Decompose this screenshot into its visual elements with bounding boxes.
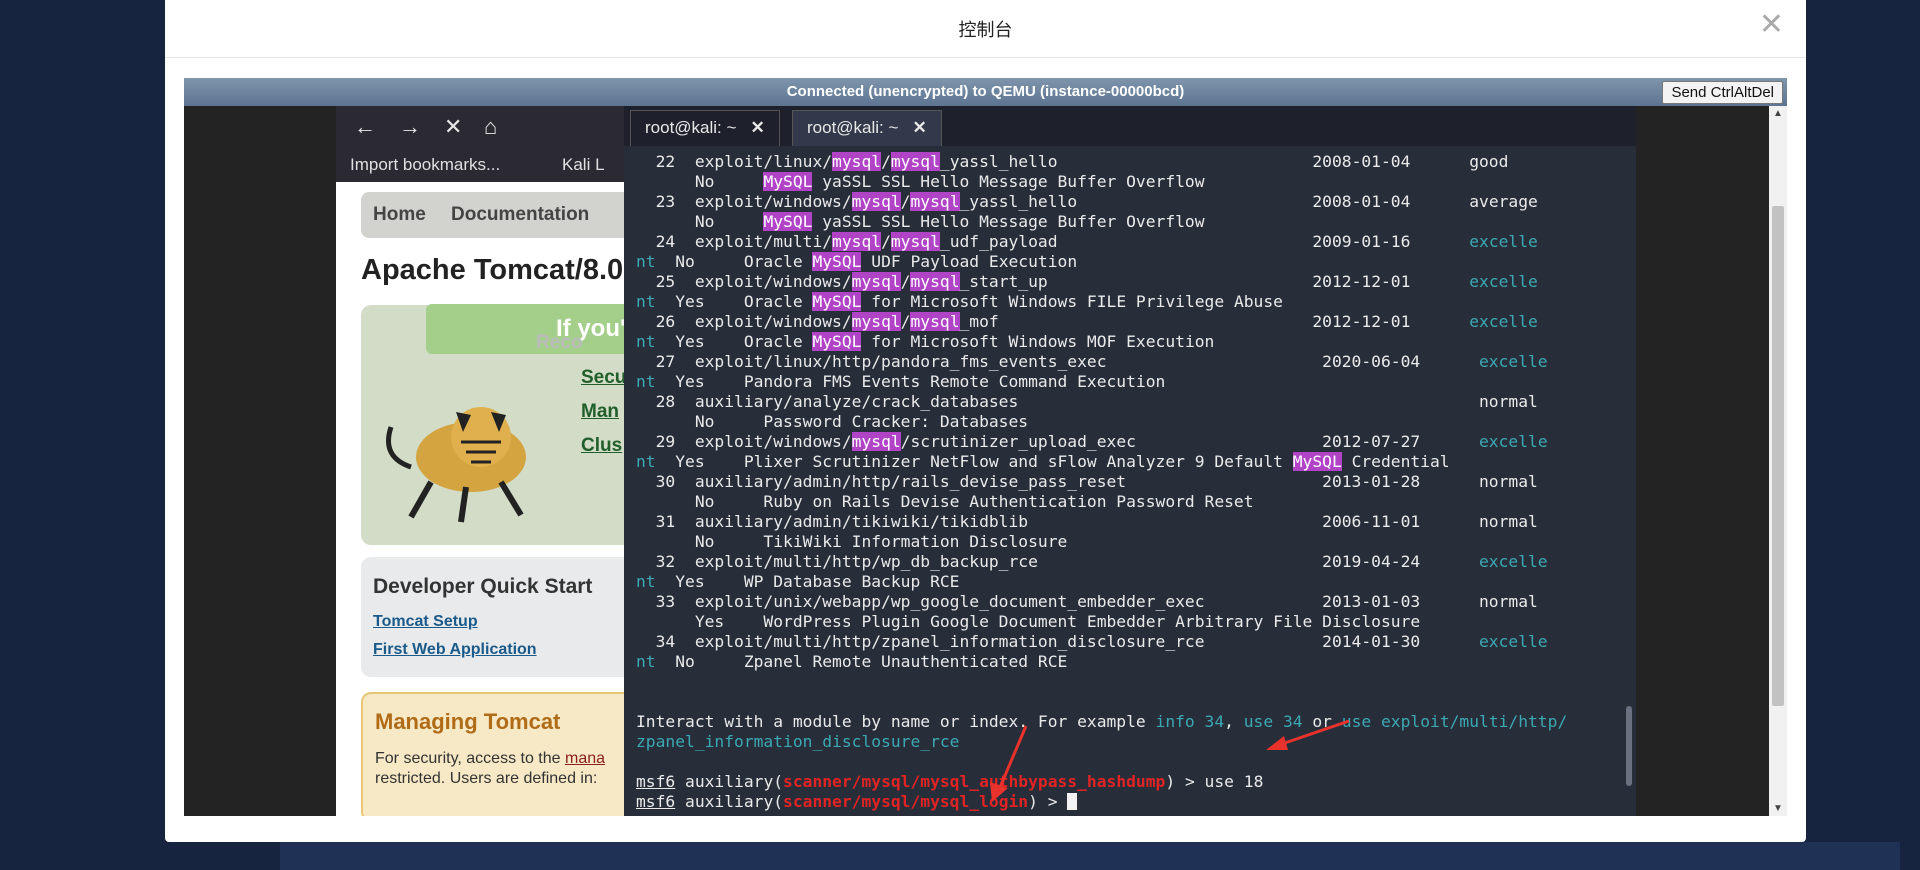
interact-hint-cont: zpanel_information_disclosure_rce [636, 732, 960, 751]
tomcat-link-manager[interactable]: Man [581, 401, 619, 423]
result-row-32: 32 exploit/multi/http/wp_db_backup_rce 2… [636, 552, 1548, 571]
home-icon[interactable]: ⌂ [484, 114, 497, 140]
manage-text-1: For security, access to the [375, 750, 561, 767]
bookmark-import[interactable]: Import bookmarks... [350, 155, 500, 175]
console-modal: 控制台 ✕ Connected (unencrypted) to QEMU (i… [165, 0, 1806, 842]
result-desc-30: No Ruby on Rails Devise Authentication P… [636, 492, 1254, 511]
result-row-26: 26 exploit/windows/mysql/mysql_mof 2012-… [636, 312, 1538, 331]
annotation-arrow-1 [1266, 719, 1350, 750]
vnc-scrollbar[interactable]: ▲ ▼ [1769, 106, 1787, 816]
bookmark-kali[interactable]: Kali L [562, 155, 605, 175]
annotation-arrow-2 [990, 725, 1028, 802]
terminal-tab-2-label: root@kali: ~ [807, 118, 899, 137]
prompt-line-1: msf6 auxiliary(scanner/mysql/mysql_authb… [636, 772, 1264, 791]
tomcat-menu-docs[interactable]: Documentation [451, 204, 589, 226]
tomcat-dev-box: Developer Quick Start Tomcat Setup First… [361, 557, 661, 677]
result-row-31: 31 auxiliary/admin/tikiwiki/tikidblib 20… [636, 512, 1538, 531]
terminal-cursor [1067, 793, 1078, 810]
scroll-down-icon[interactable]: ▼ [1773, 803, 1783, 814]
back-icon[interactable]: ← [354, 114, 376, 140]
result-row-27: 27 exploit/linux/http/pandora_fms_events… [636, 352, 1548, 371]
result-row-34: 34 exploit/multi/http/zpanel_information… [636, 632, 1548, 651]
interact-hint: Interact with a module by name or index.… [636, 712, 1568, 731]
prompt-line-2[interactable]: msf6 auxiliary(scanner/mysql/mysql_login… [636, 792, 1626, 812]
terminal-tab-2[interactable]: root@kali: ~ ✕ [792, 110, 942, 146]
result-row-30: 30 auxiliary/admin/http/rails_devise_pas… [636, 472, 1538, 491]
modal-title: 控制台 [958, 20, 1013, 40]
result-row-23: 23 exploit/windows/mysql/mysql_yassl_hel… [636, 192, 1538, 211]
result-row-29: 29 exploit/windows/mysql/scrutinizer_upl… [636, 432, 1548, 451]
terminal-output: 22 exploit/linux/mysql/mysql_yassl_hello… [636, 152, 1626, 812]
result-desc-28: No Password Cracker: Databases [636, 412, 1029, 431]
result-row-28: 28 auxiliary/analyze/crack_databases nor… [636, 392, 1538, 411]
tomcat-manage-text: For security, access to the mana restric… [375, 749, 605, 789]
manage-link[interactable]: mana [565, 750, 605, 767]
result-desc-29: nt Yes Plixer Scrutinizer NetFlow and sF… [636, 452, 1450, 471]
close-icon[interactable]: ✕ [750, 118, 764, 137]
tomcat-menu-home[interactable]: Home [373, 204, 426, 226]
result-desc-31: No TikiWiki Information Disclosure [636, 532, 1068, 551]
close-icon[interactable]: ✕ [912, 118, 926, 137]
result-desc-23: No MySQL yaSSL SSL Hello Message Buffer … [636, 212, 1205, 231]
result-desc-33: Yes WordPress Plugin Google Document Emb… [636, 612, 1421, 631]
terminal-tab-1-label: root@kali: ~ [645, 118, 737, 137]
result-desc-26: nt Yes Oracle MySQL for Microsoft Window… [636, 332, 1215, 351]
result-desc-32: nt Yes WP Database Backup RCE [636, 572, 960, 591]
forward-icon[interactable]: → [399, 114, 421, 140]
terminal-tab-1[interactable]: root@kali: ~ ✕ [630, 110, 780, 146]
terminal-window[interactable]: root@kali: ~ ✕ root@kali: ~ ✕ 22 exploit/l… [624, 106, 1636, 816]
scroll-thumb[interactable] [1772, 206, 1784, 706]
tomcat-setup-link[interactable]: Tomcat Setup [373, 613, 478, 631]
tomcat-manage-title: Managing Tomcat [375, 709, 561, 734]
terminal-scrollbar[interactable] [1626, 706, 1632, 786]
stop-icon[interactable]: ✕ [444, 114, 462, 140]
tomcat-dev-title: Developer Quick Start [373, 575, 593, 598]
close-icon[interactable]: ✕ [1759, 10, 1784, 40]
vnc-status-bar: Connected (unencrypted) to QEMU (instanc… [184, 78, 1787, 106]
result-row-25: 25 exploit/windows/mysql/mysql_start_up … [636, 272, 1538, 291]
send-ctrlaltdel-button[interactable]: Send CtrlAltDel [1662, 81, 1783, 104]
vnc-status-text: Connected (unencrypted) to QEMU (instanc… [786, 83, 1185, 100]
tomcat-link-cluster[interactable]: Clus [581, 435, 622, 457]
manage-text-2: restricted. Users are defined in: [375, 770, 598, 787]
scroll-up-icon[interactable]: ▲ [1773, 108, 1783, 119]
result-row-24: 24 exploit/multi/mysql/mysql_udf_payload… [636, 232, 1538, 251]
result-desc-25: nt Yes Oracle MySQL for Microsoft Window… [636, 292, 1283, 311]
tomcat-logo [386, 407, 526, 523]
result-desc-34: nt No Zpanel Remote Unauthenticated RCE [636, 652, 1068, 671]
result-row-33: 33 exploit/unix/webapp/wp_google_documen… [636, 592, 1538, 611]
terminal-tabs: root@kali: ~ ✕ root@kali: ~ ✕ [624, 106, 1636, 146]
result-desc-27: nt Yes Pandora FMS Events Remote Command… [636, 372, 1166, 391]
tomcat-title: Apache Tomcat/8.0 [361, 254, 624, 286]
result-row-22: 22 exploit/linux/mysql/mysql_yassl_hello… [636, 152, 1509, 171]
modal-header: 控制台 ✕ [165, 0, 1806, 58]
result-desc-24: nt No Oracle MySQL UDF Payload Execution [636, 252, 1078, 271]
vnc-viewer[interactable]: Connected (unencrypted) to QEMU (instanc… [184, 78, 1787, 816]
tomcat-recommended: Reco [536, 332, 583, 353]
first-web-app-link[interactable]: First Web Application [373, 641, 537, 659]
tomcat-link-security[interactable]: Secu [581, 367, 626, 389]
page-bottom-strip [280, 842, 1900, 870]
result-desc-22: No MySQL yaSSL SSL Hello Message Buffer … [636, 172, 1205, 191]
vnc-screen[interactable]: ← → ✕ ⌂ Import bookmarks... Kali L Home … [184, 106, 1769, 816]
